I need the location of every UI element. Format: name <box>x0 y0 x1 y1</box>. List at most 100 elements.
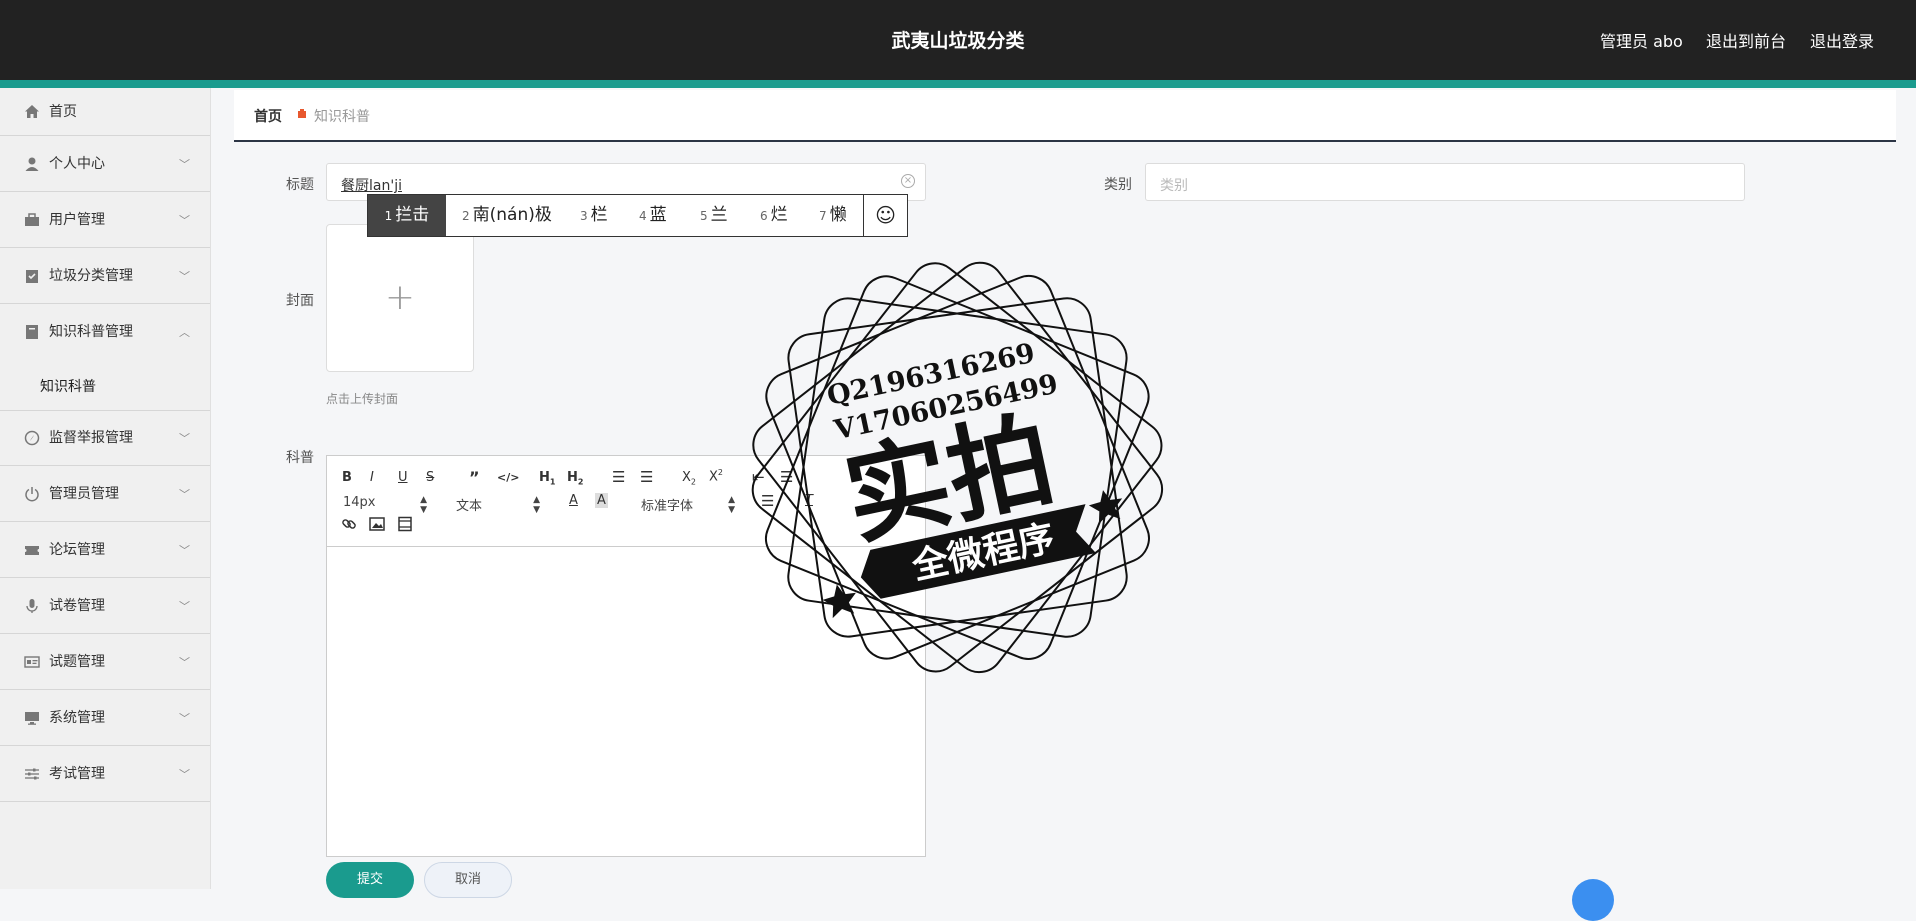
cover-upload-hint: 点击上传封面 <box>326 392 399 406</box>
select-arrow-icon: ▲ ▼ <box>533 495 540 515</box>
mic-icon <box>24 598 40 614</box>
font-size-value: 14px <box>343 495 376 510</box>
chevron-down-icon: ﹀ <box>179 767 190 781</box>
chevron-down-icon: ﹀ <box>179 543 190 557</box>
cancel-button[interactable]: 取消 <box>424 862 512 898</box>
blockquote-icon[interactable]: ” <box>469 468 480 487</box>
sidebar: 首页 个人中心 ﹀ 用户管理 ﹀ 垃圾分类管理 ﹀ 知识科普管理 ︿ 知识科普 <box>0 88 211 889</box>
chevron-down-icon: ﹀ <box>179 432 190 445</box>
superscript-icon[interactable]: X2 <box>709 468 723 484</box>
sidebar-item-question-management[interactable]: 试题管理 ﹀ <box>0 634 210 690</box>
compass-icon <box>24 430 40 446</box>
font-family-value: 标准字体 <box>641 499 694 514</box>
top-bar: 武夷山垃圾分类 管理员 abo 退出到前台 退出登录 <box>0 0 1916 88</box>
chevron-up-icon: ︿ <box>179 326 190 339</box>
sidebar-item-user-management[interactable]: 用户管理 ﹀ <box>0 192 210 248</box>
ime-candidate-6[interactable]: 6烂 <box>760 195 788 236</box>
admin-user-label[interactable]: 管理员 abo <box>1600 28 1683 52</box>
cover-label: 封面 <box>286 293 314 309</box>
briefcase-icon <box>24 212 40 228</box>
subscript-icon[interactable]: X2 <box>682 470 696 487</box>
ime-candidate-7[interactable]: 7懒 <box>819 195 847 236</box>
breadcrumb-current: 知识科普 <box>314 109 370 125</box>
sidebar-item-label: 垃圾分类管理 <box>49 267 133 284</box>
ime-candidate-5[interactable]: 5兰 <box>700 195 728 236</box>
sidebar-item-label: 论坛管理 <box>49 541 105 558</box>
sidebar-item-label: 首页 <box>49 103 77 120</box>
sidebar-item-supervision-report[interactable]: 监督举报管理 ﹀ <box>0 410 210 466</box>
sidebar-item-label: 管理员管理 <box>49 485 119 502</box>
sidebar-item-label: 知识科普管理 <box>49 324 133 340</box>
sidebar-item-exam-management[interactable]: 考试管理 ﹀ <box>0 746 210 802</box>
user-icon <box>24 156 40 172</box>
font-color-icon[interactable]: A <box>569 493 578 508</box>
floating-action-button[interactable] <box>1572 879 1614 921</box>
sidebar-item-exam-paper-management[interactable]: 试卷管理 ﹀ <box>0 578 210 634</box>
logout-link[interactable]: 退出登录 <box>1810 28 1874 52</box>
sidebar-item-label: 个人中心 <box>49 155 105 172</box>
sidebar-item-label: 用户管理 <box>49 211 105 228</box>
title-input-value: 餐厨lan'ji <box>341 178 402 194</box>
paragraph-value: 文本 <box>456 499 483 514</box>
sidebar-item-label: 试题管理 <box>49 653 105 670</box>
breadcrumb-home-link[interactable]: 首页 <box>254 106 282 126</box>
power-icon <box>24 486 40 502</box>
category-input[interactable]: 类别 <box>1145 163 1745 201</box>
link-icon[interactable] <box>341 516 357 536</box>
bold-icon[interactable]: B <box>342 470 352 485</box>
chevron-down-icon: ﹀ <box>179 599 190 613</box>
chevron-down-icon: ﹀ <box>179 157 190 171</box>
code-icon[interactable]: </> <box>497 471 519 484</box>
sidebar-item-home[interactable]: 首页 <box>0 88 210 136</box>
emoji-icon[interactable]: ☺ <box>863 195 907 236</box>
book-icon <box>24 324 40 340</box>
clear-circle-icon[interactable]: × <box>901 174 915 188</box>
breadcrumb: 首页 知识科普 <box>234 90 1896 142</box>
submit-button[interactable]: 提交 <box>326 862 414 898</box>
content-label: 科普 <box>286 450 314 466</box>
ime-candidate-1[interactable]: 1 拦击 <box>368 195 446 236</box>
font-size-select[interactable]: 14px ▲ ▼ <box>343 495 427 515</box>
sidebar-item-system-management[interactable]: 系统管理 ﹀ <box>0 690 210 746</box>
ime-candidate-2[interactable]: 2 南(nán)极 <box>462 195 552 236</box>
video-icon[interactable] <box>397 516 413 536</box>
font-family-select[interactable]: 标准字体 ▲ ▼ <box>641 495 735 515</box>
sidebar-item-label: 考试管理 <box>49 765 105 782</box>
exit-to-front-link[interactable]: 退出到前台 <box>1706 28 1786 52</box>
sidebar-subitem-knowledge[interactable]: 知识科普 <box>0 360 210 410</box>
paragraph-select[interactable]: 文本 ▲ ▼ <box>456 495 540 515</box>
clipboard-icon <box>24 268 40 284</box>
chevron-down-icon: ﹀ <box>179 655 190 669</box>
id-card-icon <box>24 654 40 670</box>
heading-2-icon[interactable]: H2 <box>567 470 583 487</box>
sidebar-item-label: 监督举报管理 <box>49 430 133 446</box>
cover-upload[interactable]: + <box>326 224 474 372</box>
background-color-icon[interactable]: A <box>595 493 608 508</box>
image-icon[interactable] <box>369 516 385 536</box>
italic-icon[interactable]: I <box>370 470 374 485</box>
category-placeholder: 类别 <box>1160 178 1188 194</box>
plus-icon: + <box>384 277 416 318</box>
sidebar-item-forum-management[interactable]: 论坛管理 ﹀ <box>0 522 210 578</box>
ime-candidate-bar: 1 拦击 2 南(nán)极 3栏 4蓝 5兰 6烂 7懒 ☺ <box>367 194 908 237</box>
monitor-icon <box>24 710 40 726</box>
ime-candidate-4[interactable]: 4蓝 <box>639 195 667 236</box>
header-accent-bar <box>0 80 1916 88</box>
chevron-down-icon: ﹀ <box>179 269 190 283</box>
sidebar-item-garbage-classification[interactable]: 垃圾分类管理 ﹀ <box>0 248 210 304</box>
sidebar-item-knowledge-management[interactable]: 知识科普管理 ︿ <box>0 304 210 360</box>
sidebar-item-admin-management[interactable]: 管理员管理 ﹀ <box>0 466 210 522</box>
home-icon <box>24 104 40 120</box>
sliders-icon <box>24 766 40 782</box>
strike-icon[interactable]: S <box>426 470 434 485</box>
ime-candidate-3[interactable]: 3栏 <box>580 195 608 236</box>
ordered-list-icon[interactable]: ☰ <box>612 468 625 486</box>
heading-1-icon[interactable]: H1 <box>539 470 555 487</box>
bullet-list-icon[interactable]: ☰ <box>640 468 653 486</box>
category-label: 类别 <box>1104 177 1132 193</box>
sidebar-subitem-label: 知识科普 <box>40 379 96 395</box>
ticket-icon <box>24 542 40 558</box>
sidebar-item-personal-center[interactable]: 个人中心 ﹀ <box>0 136 210 192</box>
underline-icon[interactable]: U <box>398 470 408 485</box>
breadcrumb-separator-icon <box>296 107 308 119</box>
